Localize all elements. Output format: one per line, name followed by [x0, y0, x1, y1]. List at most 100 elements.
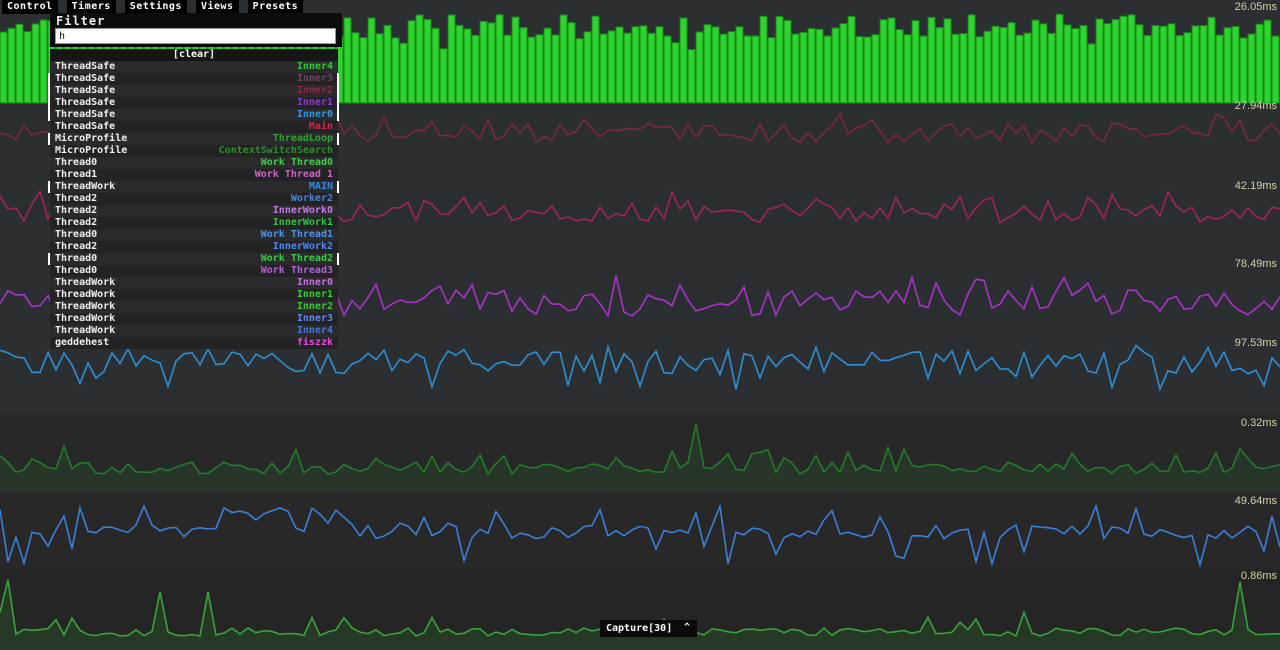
menu-item-timers[interactable]: Timers: [67, 0, 116, 14]
timer-name-label: Work Thread 1: [255, 169, 333, 181]
timer-name-label: Work Thread0: [261, 157, 333, 169]
menu-item-views[interactable]: Views: [196, 0, 239, 14]
timer-row[interactable]: MicroProfile ThreadLoop: [50, 133, 338, 145]
timer-group-label: ThreadSafe: [55, 109, 115, 121]
timer-group-label: ThreadWork: [55, 181, 115, 193]
timer-list: [clear] ThreadSafeInner4ThreadSafeInner3…: [50, 49, 338, 349]
graph-max-ms-label: 0.32ms: [1241, 417, 1277, 429]
timer-name-label: Inner2: [297, 301, 333, 313]
timer-group-label: Thread2: [55, 241, 97, 253]
timer-row[interactable]: Thread0 Work Thread1: [50, 229, 338, 241]
timer-row[interactable]: Thread2 InnerWork2: [50, 241, 338, 253]
menu-item-presets[interactable]: Presets: [248, 0, 304, 14]
timer-name-label: ContextSwitchSearch: [219, 145, 333, 157]
filter-input[interactable]: [55, 28, 336, 44]
timer-row[interactable]: Thread2 InnerWork0: [50, 205, 338, 217]
timer-row[interactable]: Thread0 Work Thread2: [50, 253, 338, 265]
filter-label: Filter: [50, 13, 342, 28]
timer-row[interactable]: Thread2 InnerWork1: [50, 217, 338, 229]
timer-name-label: Inner1: [297, 97, 333, 109]
timer-row[interactable]: ThreadSafe Inner0: [50, 109, 338, 121]
graph-max-ms-label: 0.86ms: [1241, 570, 1277, 582]
timer-name-label: Inner0: [297, 277, 333, 289]
timer-name-label: MAIN: [309, 181, 333, 193]
timer-name-label: InnerWork1: [273, 217, 333, 229]
timer-name-label: Work Thread2: [261, 253, 333, 265]
timer-selection-marker: [337, 253, 339, 265]
menu-item-settings[interactable]: Settings: [125, 0, 187, 14]
timer-row[interactable]: ThreadSafe Inner1: [50, 97, 338, 109]
timer-selection-marker: [337, 181, 339, 193]
timer-selection-marker: [48, 253, 50, 265]
timer-group-label: ThreadSafe: [55, 85, 115, 97]
timer-row[interactable]: geddehest fiszzk: [50, 337, 338, 349]
timer-row[interactable]: ThreadSafe Inner4: [50, 61, 338, 73]
timer-group-label: ThreadSafe: [55, 121, 115, 133]
timer-selection-marker: [48, 133, 50, 145]
timer-filter-panel: Filter: [50, 13, 342, 47]
timer-row[interactable]: ThreadWork Inner2: [50, 301, 338, 313]
timer-group-label: Thread2: [55, 205, 97, 217]
timer-name-label: InnerWork0: [273, 205, 333, 217]
timer-group-label: Thread1: [55, 169, 97, 181]
timer-group-label: Thread0: [55, 157, 97, 169]
graph-max-ms-label: 42.19ms: [1235, 180, 1277, 192]
timer-name-label: Inner0: [297, 109, 333, 121]
timer-group-label: Thread0: [55, 265, 97, 277]
timer-row[interactable]: ThreadWork Inner4: [50, 325, 338, 337]
timer-name-label: Inner3: [297, 73, 333, 85]
timer-name-label: Inner4: [297, 325, 333, 337]
timer-group-label: ThreadWork: [55, 325, 115, 337]
timer-group-label: MicroProfile: [55, 145, 127, 157]
timer-group-label: ThreadSafe: [55, 97, 115, 109]
timer-group-label: MicroProfile: [55, 133, 127, 145]
timer-name-label: InnerWork2: [273, 241, 333, 253]
timer-group-label: ThreadWork: [55, 289, 115, 301]
timer-group-label: ThreadWork: [55, 277, 115, 289]
timer-row[interactable]: Thread0 Work Thread0: [50, 157, 338, 169]
timer-row[interactable]: Thread2 Worker2: [50, 193, 338, 205]
menu-bar: Control Timers Settings Views Presets: [2, 0, 303, 14]
timer-name-label: Inner3: [297, 313, 333, 325]
timer-row[interactable]: ThreadWork Inner1: [50, 289, 338, 301]
timer-row[interactable]: Thread1 Work Thread 1: [50, 169, 338, 181]
timer-name-label: fiszzk: [297, 337, 333, 349]
timer-row[interactable]: ThreadSafeInner3: [50, 73, 338, 85]
timer-name-label: Worker2: [291, 193, 333, 205]
timer-selection-marker: [48, 181, 50, 193]
timer-name-label: Inner1: [297, 289, 333, 301]
timer-name-label: Inner4: [297, 61, 333, 73]
graph-max-ms-label: 49.64ms: [1235, 495, 1277, 507]
timer-group-label: Thread2: [55, 217, 97, 229]
timer-selection-marker: [337, 73, 339, 121]
timer-group-label: Thread0: [55, 253, 97, 265]
timer-row[interactable]: Thread0 Work Thread3: [50, 265, 338, 277]
timer-row[interactable]: ThreadSafe Inner2: [50, 85, 338, 97]
timer-row[interactable]: ThreadSafe Main: [50, 121, 338, 133]
timer-group-label: Thread0: [55, 229, 97, 241]
timer-row[interactable]: MicroProfile ContextSwitchSearch: [50, 145, 338, 157]
graph-max-ms-label: 26.05ms: [1235, 1, 1277, 13]
timer-name-label: Inner2: [297, 85, 333, 97]
menu-item-control[interactable]: Control: [2, 0, 58, 14]
timer-group-label: ThreadWork: [55, 301, 115, 313]
timer-name-label: Work Thread3: [261, 265, 333, 277]
timer-group-label: geddehest: [55, 337, 109, 349]
timer-row[interactable]: ThreadWork MAIN: [50, 181, 338, 193]
graph-max-ms-label: 78.49ms: [1235, 258, 1277, 270]
timer-selection-marker: [337, 133, 339, 145]
timer-group-label: ThreadSafe: [55, 61, 115, 73]
timer-name-label: Main: [309, 121, 333, 133]
graph-max-ms-label: 97.53ms: [1235, 337, 1277, 349]
capture-expand-button[interactable]: ^: [677, 620, 697, 637]
timer-group-label: ThreadWork: [55, 313, 115, 325]
capture-button[interactable]: Capture[30]: [600, 620, 678, 637]
clear-filter-button[interactable]: [clear]: [50, 49, 338, 61]
timer-selection-marker: [48, 73, 50, 121]
graph-max-ms-label: 27.94ms: [1235, 100, 1277, 112]
timer-row[interactable]: ThreadWork Inner0: [50, 277, 338, 289]
timer-group-label: Thread2: [55, 193, 97, 205]
timer-name-label: ThreadLoop: [273, 133, 333, 145]
timer-name-label: Work Thread1: [261, 229, 333, 241]
timer-row[interactable]: ThreadWork Inner3: [50, 313, 338, 325]
